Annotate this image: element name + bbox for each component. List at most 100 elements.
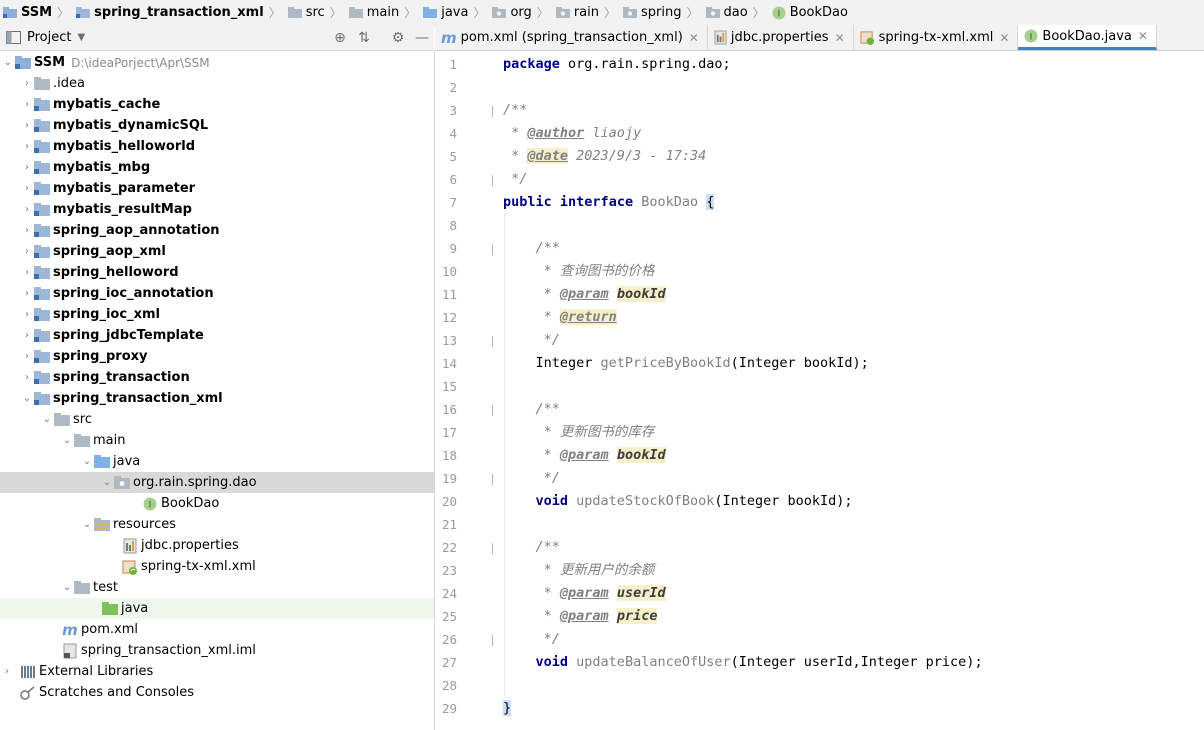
chevron-down-icon[interactable]: ⌄ <box>40 409 54 430</box>
chevron-right-icon[interactable]: › <box>20 325 34 346</box>
collapse-all-icon[interactable]: ⇅ <box>352 25 376 50</box>
tree-item-iml[interactable]: spring_transaction_xml.iml <box>0 640 434 661</box>
tree-item-module[interactable]: › mybatis_helloworld <box>0 136 434 157</box>
module-folder-icon <box>34 223 50 239</box>
tree-item-module[interactable]: › spring_aop_annotation <box>0 220 434 241</box>
close-icon[interactable]: ✕ <box>689 31 699 45</box>
chevron-right-icon[interactable]: › <box>20 136 34 157</box>
tree-item-ssm-root[interactable]: ⌄ SSM D:\ideaPorject\Apr\SSM <box>0 52 434 73</box>
tree-item-test[interactable]: ⌄ test <box>0 577 434 598</box>
caret-down-icon: ▼ <box>77 32 86 43</box>
tree-item-label: Scratches and Consoles <box>39 685 195 700</box>
breadcrumb-module[interactable]: spring_transaction_xml <box>73 0 265 25</box>
chevron-down-icon[interactable]: ⌄ <box>60 430 74 451</box>
tree-item-label: spring_jdbcTemplate <box>53 328 204 343</box>
breadcrumb-org[interactable]: org <box>489 0 532 25</box>
chevron-right-icon[interactable]: › <box>20 283 34 304</box>
tree-item-module[interactable]: › spring_proxy <box>0 346 434 367</box>
chevron-right-icon[interactable]: › <box>0 661 14 682</box>
breadcrumb-separator: 〉 <box>57 6 70 20</box>
tree-item-module-expanded[interactable]: ⌄ spring_transaction_xml <box>0 388 434 409</box>
breadcrumb-src[interactable]: src <box>285 0 326 25</box>
gear-icon[interactable]: ⚙ <box>386 25 410 50</box>
tab-pom-xml[interactable]: m pom.xml (spring_transaction_xml) ✕ <box>435 25 708 50</box>
chevron-right-icon[interactable]: › <box>20 94 34 115</box>
tab-jdbc-properties[interactable]: jdbc.properties ✕ <box>708 25 854 50</box>
tree-item-module[interactable]: › spring_ioc_xml <box>0 304 434 325</box>
tree-item-resources[interactable]: ⌄ resources <box>0 514 434 535</box>
code-line-16: /** <box>503 401 560 417</box>
locate-target-icon[interactable]: ⊕ <box>328 25 352 50</box>
tree-item-jdbc-properties[interactable]: jdbc.properties <box>0 535 434 556</box>
chevron-down-icon[interactable]: ⌄ <box>1 52 15 73</box>
chevron-right-icon[interactable]: › <box>20 346 34 367</box>
chevron-right-icon[interactable]: › <box>20 157 34 178</box>
module-folder-icon <box>76 7 91 18</box>
tree-item-label: java <box>121 601 149 616</box>
project-tree: ⌄ SSM D:\ideaPorject\Apr\SSM › .idea › m… <box>0 51 435 730</box>
module-folder-icon <box>34 160 50 176</box>
chevron-right-icon[interactable]: › <box>20 115 34 136</box>
chevron-right-icon[interactable]: › <box>20 262 34 283</box>
chevron-down-icon[interactable]: ⌄ <box>100 472 114 493</box>
breadcrumb-rain[interactable]: rain <box>553 0 600 25</box>
code-editor[interactable]: package org.rain.spring.dao; /** * @auth… <box>493 51 1204 730</box>
spring-xml-icon <box>860 30 875 45</box>
close-icon[interactable]: ✕ <box>999 31 1009 45</box>
line-number: 5 <box>449 149 457 164</box>
chevron-down-icon[interactable]: ⌄ <box>60 577 74 598</box>
tree-item-module[interactable]: › mybatis_cache <box>0 94 434 115</box>
tree-item-module[interactable]: › spring_transaction <box>0 367 434 388</box>
tree-item-idea[interactable]: › .idea <box>0 73 434 94</box>
hide-panel-icon[interactable]: — <box>410 25 434 50</box>
module-file-icon <box>62 643 78 659</box>
tree-item-main[interactable]: ⌄ main <box>0 430 434 451</box>
tree-item-scratches[interactable]: Scratches and Consoles <box>0 682 434 703</box>
tree-item-module[interactable]: › mybatis_parameter <box>0 178 434 199</box>
code-line-18: * @param bookId <box>503 447 666 463</box>
close-icon[interactable]: ✕ <box>1138 29 1148 43</box>
breadcrumb-spring[interactable]: spring <box>620 0 682 25</box>
project-view-selector[interactable]: Project ▼ <box>6 30 85 45</box>
line-number: 15 <box>441 379 457 394</box>
breadcrumb-dao[interactable]: dao <box>703 0 749 25</box>
tree-item-module[interactable]: › spring_helloword <box>0 262 434 283</box>
chevron-right-icon[interactable]: › <box>20 367 34 388</box>
tree-item-module[interactable]: › mybatis_mbg <box>0 157 434 178</box>
tree-item-module[interactable]: › spring_aop_xml <box>0 241 434 262</box>
breadcrumb-java[interactable]: java <box>420 0 469 25</box>
chevron-right-icon[interactable]: › <box>20 178 34 199</box>
tree-item-module[interactable]: › mybatis_resultMap <box>0 199 434 220</box>
chevron-right-icon[interactable]: › <box>20 304 34 325</box>
chevron-right-icon[interactable]: › <box>20 241 34 262</box>
chevron-right-icon[interactable]: › <box>20 220 34 241</box>
chevron-down-icon[interactable]: ⌄ <box>80 514 94 535</box>
tree-item-module[interactable]: › mybatis_dynamicSQL <box>0 115 434 136</box>
folder-icon <box>74 580 90 596</box>
tree-item-test-java[interactable]: java <box>0 598 434 619</box>
navigation-breadcrumb: SSM 〉 spring_transaction_xml 〉 src 〉 mai… <box>0 0 1204 26</box>
tree-item-package-selected[interactable]: ⌄ org.rain.spring.dao <box>0 472 434 493</box>
tree-item-src[interactable]: ⌄ src <box>0 409 434 430</box>
code-line-13: */ <box>503 332 560 348</box>
tree-item-bookdao[interactable]: I BookDao <box>0 493 434 514</box>
chevron-down-icon[interactable]: ⌄ <box>80 451 94 472</box>
chevron-down-icon[interactable]: ⌄ <box>20 388 34 409</box>
tree-item-java-source[interactable]: ⌄ java <box>0 451 434 472</box>
close-icon[interactable]: ✕ <box>835 31 845 45</box>
tab-spring-tx-xml[interactable]: spring-tx-xml.xml ✕ <box>854 25 1019 50</box>
tree-item-spring-xml[interactable]: spring-tx-xml.xml <box>0 556 434 577</box>
source-folder-icon <box>423 7 438 18</box>
breadcrumb-bookdao[interactable]: I BookDao <box>769 0 849 25</box>
tree-item-external-libraries[interactable]: › External Libraries <box>0 661 434 682</box>
code-line-22: /** <box>503 539 560 555</box>
breadcrumb-main[interactable]: main <box>346 0 400 25</box>
tree-item-pom[interactable]: m pom.xml <box>0 619 434 640</box>
breadcrumb-project[interactable]: SSM <box>0 0 53 25</box>
chevron-right-icon[interactable]: › <box>20 73 34 94</box>
tree-item-module[interactable]: › spring_ioc_annotation <box>0 283 434 304</box>
tree-item-module[interactable]: › spring_jdbcTemplate <box>0 325 434 346</box>
package-icon <box>492 7 507 18</box>
chevron-right-icon[interactable]: › <box>20 199 34 220</box>
tab-bookdao-java[interactable]: I BookDao.java ✕ <box>1018 25 1157 50</box>
